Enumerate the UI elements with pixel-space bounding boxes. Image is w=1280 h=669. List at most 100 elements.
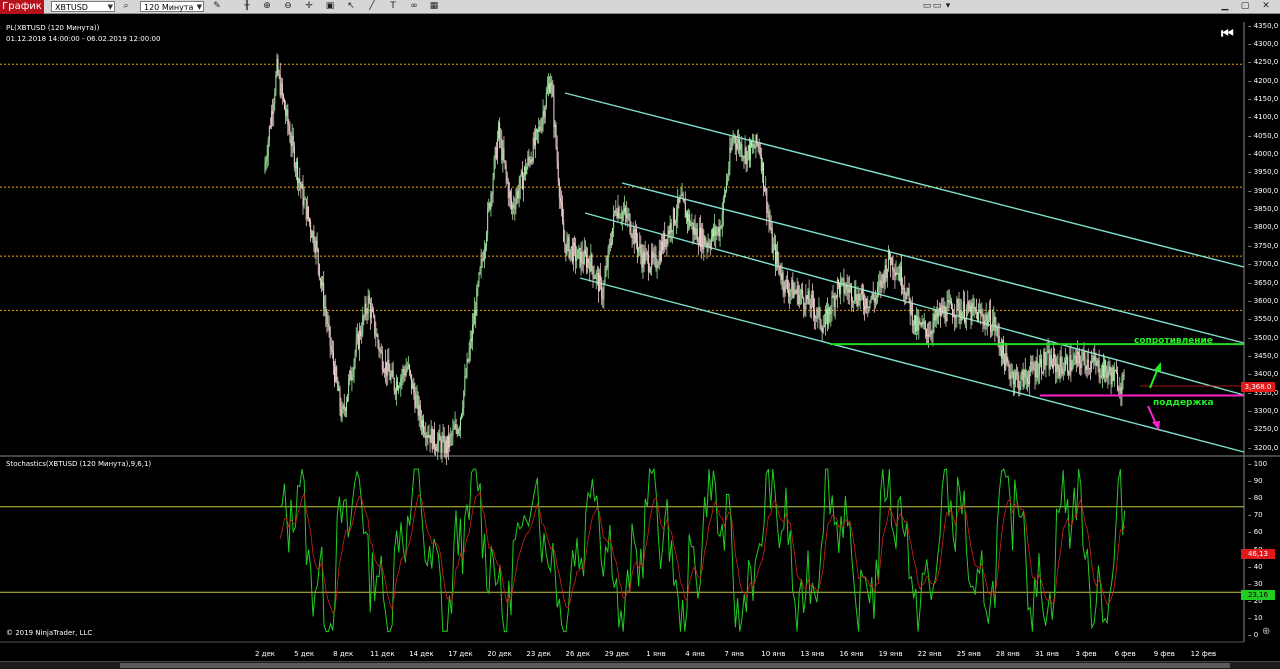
candle-body [911, 304, 913, 326]
candle-body [726, 181, 728, 192]
candle-body [967, 301, 969, 309]
time-scrollbar[interactable] [0, 661, 1280, 669]
candle-body [423, 419, 425, 433]
candle-body [671, 230, 673, 233]
candle-body [897, 272, 899, 275]
candle-body [885, 265, 887, 278]
candle-body [606, 265, 608, 267]
candle-body [363, 315, 365, 317]
candle-body [786, 281, 788, 290]
candle-body [1102, 364, 1104, 378]
candle-body [470, 339, 472, 342]
scrollbar-thumb[interactable] [120, 663, 1230, 668]
candle-body [400, 378, 402, 387]
candle-body [463, 391, 465, 408]
candle-body [544, 107, 546, 118]
candle-body [460, 417, 461, 430]
candle-body [429, 435, 431, 443]
candle-body [505, 165, 507, 176]
candle-body [955, 316, 957, 319]
candle-body [1057, 363, 1059, 369]
candle-body [305, 198, 307, 220]
candle-body [622, 212, 624, 214]
price-tick-label: – 3650,0 [1248, 278, 1279, 287]
candle-body [1008, 363, 1010, 372]
candle-body [918, 320, 920, 331]
candle-body [1119, 387, 1121, 391]
candle-body [521, 171, 523, 190]
candle-body [603, 283, 605, 299]
candle-body [266, 156, 268, 161]
candle-body [1032, 363, 1034, 370]
candle-body [650, 267, 652, 272]
candle-body [1095, 360, 1097, 366]
candle-body [871, 293, 873, 299]
candle-body [899, 266, 901, 281]
candle-body [287, 109, 289, 125]
candle-body [764, 186, 766, 192]
candle-body [599, 274, 601, 292]
candle-body [731, 141, 733, 150]
candle-body [615, 210, 617, 213]
price-chart[interactable] [0, 0, 1280, 669]
candle-body [307, 206, 309, 219]
candle-body [685, 212, 687, 218]
candle-body [818, 307, 820, 310]
candle-body [849, 285, 851, 288]
candle-body [847, 288, 849, 293]
time-tick-label: 8 дек [333, 650, 354, 658]
candle-body [1025, 376, 1027, 378]
price-tick-label: – 4150,0 [1248, 95, 1279, 104]
candle-body [992, 322, 994, 332]
candle-body [839, 283, 841, 294]
candle-body [428, 435, 430, 437]
candle-body [777, 251, 779, 262]
candle-body [698, 227, 700, 246]
candle-body [377, 335, 379, 343]
candle-body [367, 295, 369, 314]
candle-body [960, 311, 962, 321]
candle-body [601, 280, 603, 299]
candle-body [373, 311, 375, 316]
candle-body [482, 259, 484, 261]
candle-body [529, 159, 531, 164]
candle-body [907, 287, 909, 293]
candle-body [861, 288, 863, 296]
candle-body [301, 184, 303, 189]
candle-body [682, 193, 684, 200]
candle-body [932, 323, 934, 334]
price-tick-label: – 3700,0 [1248, 260, 1279, 269]
candle-body [293, 145, 295, 168]
candle-body [924, 321, 926, 330]
candle-body [391, 370, 393, 376]
candle-body [566, 239, 568, 254]
candle-body [278, 74, 280, 76]
candle-body [953, 315, 955, 317]
candle-body [711, 229, 713, 238]
candle-body [1023, 369, 1025, 387]
candle-body [1100, 376, 1102, 378]
candle-body [370, 309, 372, 318]
candle-body [1069, 355, 1071, 375]
zoom-icon[interactable]: ⊕ [1262, 626, 1270, 637]
candle-body [780, 274, 782, 280]
candle-body [609, 243, 611, 246]
price-tick-label: – 3250,0 [1248, 425, 1279, 434]
go-to-end-icon[interactable]: ⏮ [1221, 26, 1234, 42]
candle-body [327, 323, 329, 325]
candle-body [414, 392, 416, 408]
candle-body [938, 307, 940, 313]
candle-body [720, 226, 722, 228]
candle-body [912, 324, 914, 326]
candle-body [872, 293, 874, 299]
candle-body [933, 314, 935, 324]
candle-body [1063, 369, 1065, 371]
candle-body [738, 139, 740, 143]
candle-body [982, 313, 984, 321]
candle-body [976, 311, 978, 322]
candle-body [374, 315, 376, 335]
candle-body [954, 315, 956, 319]
candle-body [1106, 370, 1108, 378]
candle-body [702, 228, 704, 250]
candle-body [553, 96, 555, 128]
